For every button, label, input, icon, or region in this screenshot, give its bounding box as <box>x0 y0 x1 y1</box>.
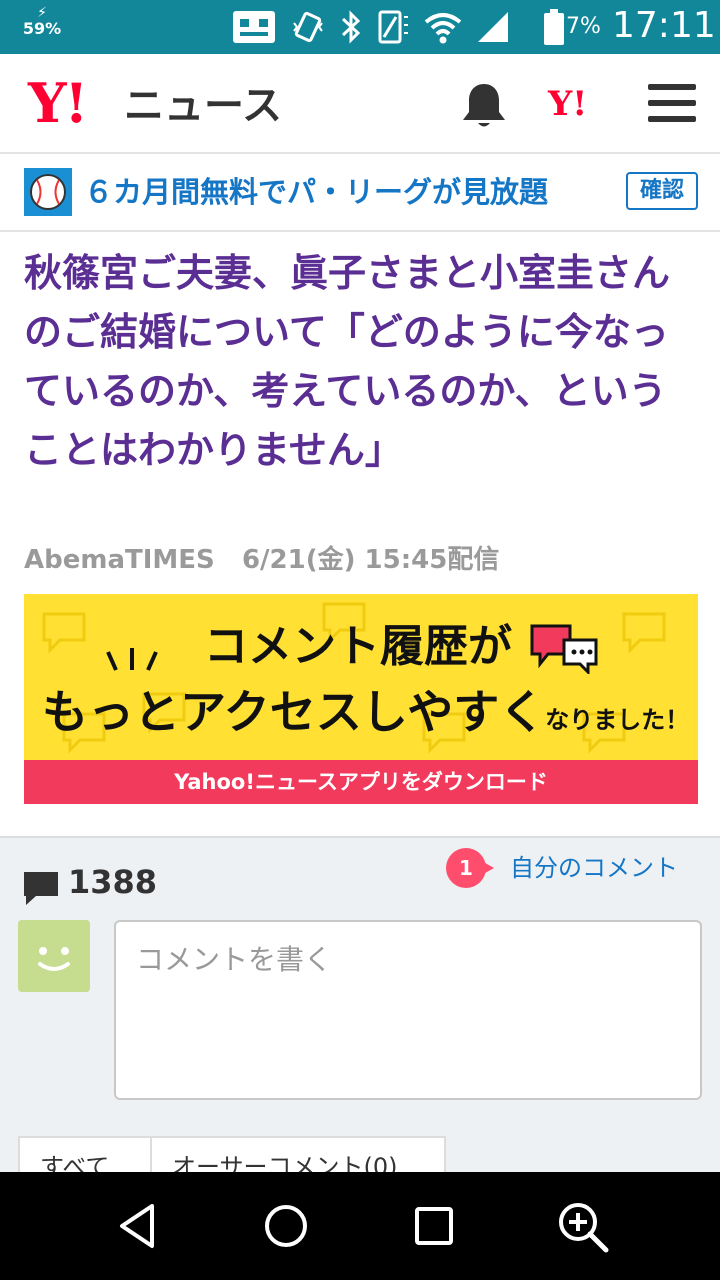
emphasis-lines-icon <box>106 648 158 671</box>
news-logo-text[interactable]: ニュース <box>124 84 282 128</box>
android-nav-bar <box>0 1172 720 1280</box>
comment-count: 1388 <box>68 863 158 901</box>
charging-icon: ⚡ <box>37 5 47 21</box>
my-comments-link[interactable]: 自分のコメント <box>510 852 678 884</box>
app-header: Y! ニュース Y! <box>0 54 720 154</box>
menu-line <box>648 100 696 106</box>
comment-icon <box>24 872 58 905</box>
banner-title-main: もっとアクセスしやすく <box>42 685 546 739</box>
battery-percent: 77% <box>552 14 601 39</box>
recents-icon[interactable] <box>404 1196 464 1256</box>
yahoo-logo[interactable]: Y! <box>28 76 88 130</box>
bell-icon[interactable] <box>456 78 512 134</box>
comments-section: 1388 1 自分のコメント コメントを書く すべて オーサーコメント(0) <box>0 836 720 1196</box>
article-meta: AbemaTIMES 6/21(金) 15:45配信 <box>24 542 499 578</box>
banner-title-line1: コメント履歴が <box>204 621 512 672</box>
banner-title-small: なりました！ <box>545 706 690 734</box>
yahoo-top-link[interactable]: Y! <box>548 84 587 124</box>
article-source[interactable]: AbemaTIMES <box>24 545 215 575</box>
menu-line <box>648 116 696 122</box>
article-headline: 秋篠宮ご夫妻、眞子さまと小室圭さんのご結婚について「どのように今なっているのか、… <box>24 251 671 472</box>
promo-confirm-button[interactable]: 確認 <box>626 172 698 210</box>
badge-pointer <box>480 860 494 876</box>
article-date: 6/21(金) 15:45配信 <box>241 545 500 575</box>
clock: 17:11 <box>612 5 716 46</box>
battery-saver-indicator: ⚡ 59% <box>22 6 62 38</box>
status-bar: ⚡ 59% 77% 17:11 <box>0 0 720 54</box>
app-download-banner[interactable]: コメント履歴が もっとアクセスしやすくなりました！ Yahoo!ニュースアプリを… <box>24 594 698 804</box>
vibrate-icon <box>293 11 323 43</box>
wifi-icon <box>424 13 462 44</box>
signal-icon <box>478 12 508 42</box>
back-icon[interactable] <box>108 1196 168 1256</box>
promo-text[interactable]: ６カ月間無料でパ・リーグが見放題 <box>84 172 548 212</box>
home-icon[interactable] <box>256 1196 316 1256</box>
baseball-icon <box>24 168 72 216</box>
no-sim-icon <box>378 10 408 44</box>
chat-bubbles-icon <box>530 624 598 674</box>
menu-line <box>648 84 696 90</box>
status-icons <box>232 8 566 46</box>
avatar <box>18 920 90 992</box>
banner-title-line2: もっとアクセスしやすくなりました！ <box>42 684 689 748</box>
battery-small-text: 59% <box>22 19 62 38</box>
zoom-in-icon[interactable] <box>552 1196 612 1256</box>
banner-download-text[interactable]: Yahoo!ニュースアプリをダウンロード <box>24 760 698 804</box>
hamburger-menu-icon[interactable] <box>648 84 696 128</box>
notification-app-icon <box>233 11 275 43</box>
bluetooth-icon <box>341 10 361 44</box>
promo-bar[interactable]: ６カ月間無料でパ・リーグが見放題 確認 <box>0 156 720 232</box>
my-comment-badge: 1 <box>446 848 500 888</box>
comment-input[interactable]: コメントを書く <box>114 920 702 1100</box>
screen: ⚡ 59% 77% 17:11 Y! ニュース Y! ６カ月間無料でパ・リーグが… <box>0 0 720 1280</box>
